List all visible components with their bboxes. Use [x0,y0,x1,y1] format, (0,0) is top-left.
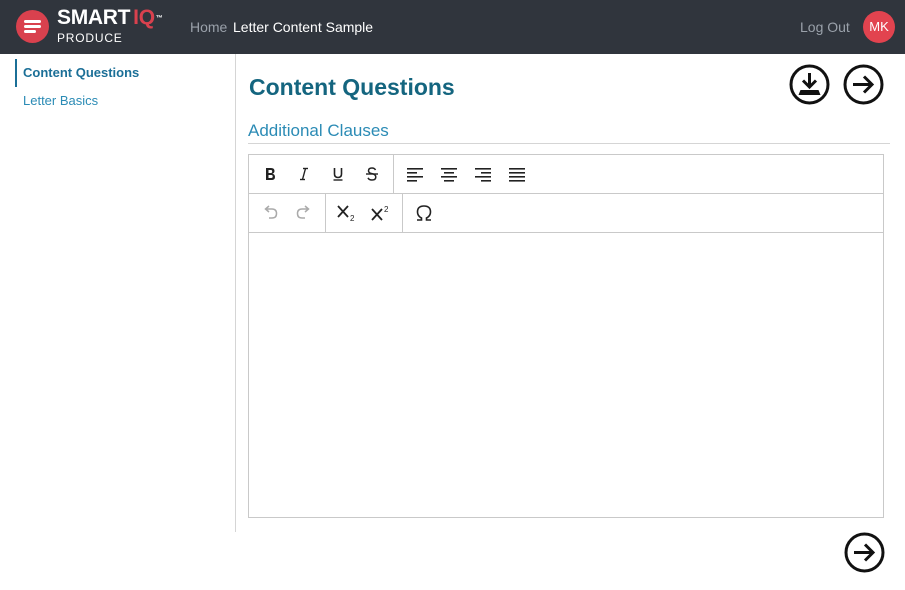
next-button-top[interactable] [843,64,884,105]
sidebar-item-content-questions[interactable]: Content Questions [15,59,225,87]
avatar[interactable]: MK [863,11,895,43]
top-bar: SMART IQ™ PRODUCE Home Letter Content Sam… [0,0,905,54]
undo-icon[interactable] [257,201,283,225]
redo-icon[interactable] [291,201,317,225]
breadcrumb-current: Letter Content Sample [233,19,374,35]
next-button-bottom[interactable] [844,532,885,573]
subscript-icon[interactable]: 2 [334,201,360,225]
section-title: Additional Clauses [248,121,890,144]
arrow-right-circle-icon [844,532,885,573]
editor-toolbar-row-2: 2 2 [249,194,883,233]
omega-icon[interactable] [411,201,437,225]
strikethrough-icon[interactable] [359,162,385,186]
svg-text:2: 2 [384,205,389,214]
sidebar-item-letter-basics[interactable]: Letter Basics [15,87,225,115]
bold-icon[interactable] [257,162,283,186]
arrow-right-circle-icon [843,64,884,105]
breadcrumb-home-link[interactable]: Home [190,19,227,35]
align-right-icon[interactable] [470,162,496,186]
brand-logo: SMART IQ™ [57,6,163,29]
underline-icon[interactable] [325,162,351,186]
download-icon [789,64,830,105]
sidebar-nav: Content Questions Letter Basics [0,54,236,532]
align-justify-icon[interactable] [504,162,530,186]
download-button[interactable] [789,64,830,105]
logout-link[interactable]: Log Out [800,19,850,35]
menu-icon[interactable] [16,10,49,43]
editor-toolbar-row-1 [249,155,883,194]
italic-icon[interactable] [291,162,317,186]
page-title: Content Questions [249,74,455,100]
brand-subtitle: PRODUCE [57,31,123,45]
align-center-icon[interactable] [436,162,462,186]
editor-content-area[interactable] [249,233,883,517]
align-left-icon[interactable] [402,162,428,186]
superscript-icon[interactable]: 2 [368,201,394,225]
rich-text-editor: 2 2 [248,154,884,518]
svg-text:2: 2 [350,214,355,222]
